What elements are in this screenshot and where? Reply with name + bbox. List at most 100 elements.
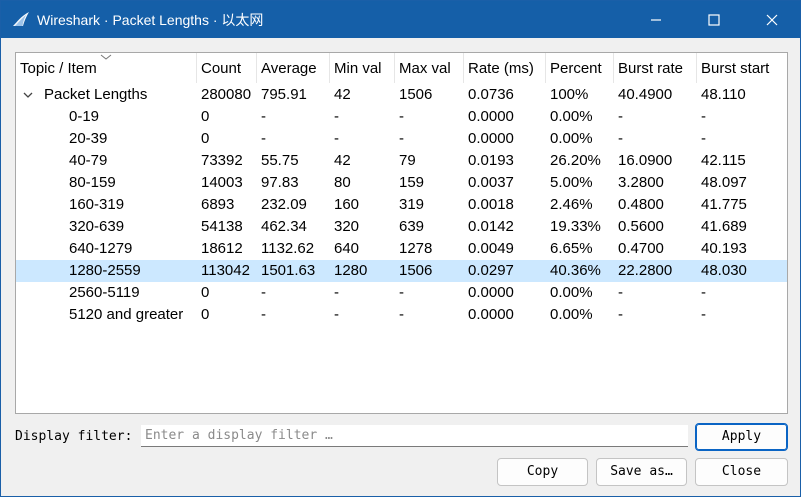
column-header-min-val[interactable]: Min val bbox=[330, 53, 395, 83]
cell-max-val: - bbox=[399, 284, 404, 301]
cell-percent: 0.00% bbox=[550, 130, 593, 147]
cell-percent: 5.00% bbox=[550, 174, 593, 191]
cell-count: 0 bbox=[201, 108, 210, 125]
cell-burst-start: 40.193 bbox=[701, 240, 747, 257]
column-header-rate[interactable]: Rate (ms) bbox=[464, 53, 546, 83]
cell-average: 1501.63 bbox=[261, 262, 316, 279]
display-filter-input[interactable] bbox=[141, 425, 688, 447]
cell-count: 0 bbox=[201, 306, 210, 323]
cell-count: 6893 bbox=[201, 196, 235, 213]
copy-button[interactable]: Copy bbox=[497, 458, 588, 486]
cell-burst-rate: - bbox=[618, 306, 623, 323]
table-row[interactable]: 2560-5119 0 - - - 0.0000 0.00% - - bbox=[16, 282, 787, 304]
cell-rate: 0.0018 bbox=[468, 196, 514, 213]
cell-count: 0 bbox=[201, 284, 210, 301]
cell-percent: 0.00% bbox=[550, 284, 593, 301]
chevron-down-icon[interactable] bbox=[22, 89, 34, 101]
cell-max-val: 79 bbox=[399, 152, 416, 169]
column-header-topic[interactable]: Topic / Item bbox=[16, 53, 197, 83]
cell-percent: 26.20% bbox=[550, 152, 601, 169]
cell-max-val: - bbox=[399, 306, 404, 323]
table-row[interactable]: 40-79 73392 55.75 42 79 0.0193 26.20% 16.0900 42… bbox=[16, 150, 787, 172]
cell-min-val: 160 bbox=[334, 196, 360, 213]
cell-count: 73392 bbox=[201, 152, 243, 169]
cell-topic: 20-39 bbox=[69, 130, 108, 147]
cell-rate: 0.0049 bbox=[468, 240, 514, 257]
cell-count: 0 bbox=[201, 130, 210, 147]
cell-percent: 0.00% bbox=[550, 108, 593, 125]
cell-rate: 0.0142 bbox=[468, 218, 514, 235]
table-row[interactable]: 1280-2559 113042 1501.63 1280 1506 0.0297 40.3… bbox=[16, 260, 787, 282]
cell-topic: 5120 and greater bbox=[69, 306, 184, 323]
cell-burst-start: 41.689 bbox=[701, 218, 747, 235]
cell-burst-rate: 3.2800 bbox=[618, 174, 664, 191]
close-window-button[interactable] bbox=[743, 1, 801, 38]
table-row[interactable]: 80-159 14003 97.83 80 159 0.0037 5.00% 3.2800 48… bbox=[16, 172, 787, 194]
cell-burst-start: - bbox=[701, 284, 706, 301]
cell-burst-rate: 0.4700 bbox=[618, 240, 664, 257]
table-row[interactable]: 20-39 0 - - - 0.0000 0.00% - - bbox=[16, 128, 787, 150]
cell-burst-rate: - bbox=[618, 108, 623, 125]
cell-percent: 19.33% bbox=[550, 218, 601, 235]
cell-average: - bbox=[261, 108, 266, 125]
table-row[interactable]: 0-19 0 - - - 0.0000 0.00% - - bbox=[16, 106, 787, 128]
maximize-button[interactable] bbox=[685, 1, 743, 38]
column-header-burst-rate[interactable]: Burst rate bbox=[614, 53, 697, 83]
cell-min-val: 80 bbox=[334, 174, 351, 191]
cell-min-val: 1280 bbox=[334, 262, 368, 279]
minimize-icon bbox=[651, 18, 661, 21]
cell-burst-start: - bbox=[701, 306, 706, 323]
cell-percent: 0.00% bbox=[550, 306, 593, 323]
cell-min-val: - bbox=[334, 130, 339, 147]
cell-topic: 40-79 bbox=[69, 152, 108, 169]
table-row[interactable]: 320-639 54138 462.34 320 639 0.0142 19.33% 0.56… bbox=[16, 216, 787, 238]
cell-percent: 40.36% bbox=[550, 262, 601, 279]
cell-burst-rate: 22.2800 bbox=[618, 262, 673, 279]
cell-burst-start: - bbox=[701, 108, 706, 125]
cell-max-val: 159 bbox=[399, 174, 425, 191]
cell-burst-start: 48.110 bbox=[701, 86, 746, 103]
cell-topic: 1280-2559 bbox=[69, 262, 141, 279]
cell-max-val: - bbox=[399, 108, 404, 125]
maximize-icon bbox=[708, 13, 720, 26]
cell-min-val: - bbox=[334, 284, 339, 301]
table-row[interactable]: 5120 and greater 0 - - - 0.0000 0.00% - - bbox=[16, 304, 787, 326]
cell-average: - bbox=[261, 306, 266, 323]
apply-button[interactable]: Apply bbox=[695, 423, 788, 451]
cell-min-val: 320 bbox=[334, 218, 360, 235]
close-icon bbox=[766, 14, 778, 25]
cell-max-val: - bbox=[399, 130, 404, 147]
table-header: Topic / Item Count Average Min val Max v… bbox=[16, 53, 787, 83]
cell-percent: 6.65% bbox=[550, 240, 593, 257]
stats-tree-table[interactable]: Topic / Item Count Average Min val Max v… bbox=[15, 52, 788, 414]
table-row[interactable]: 160-319 6893 232.09 160 319 0.0018 2.46% 0.4800… bbox=[16, 194, 787, 216]
cell-max-val: 639 bbox=[399, 218, 425, 235]
save-as-button[interactable]: Save as… bbox=[596, 458, 687, 486]
column-header-count[interactable]: Count bbox=[197, 53, 257, 83]
column-header-average[interactable]: Average bbox=[257, 53, 330, 83]
minimize-button[interactable] bbox=[627, 1, 685, 38]
cell-rate: 0.0000 bbox=[468, 306, 514, 323]
column-header-max-val[interactable]: Max val bbox=[395, 53, 464, 83]
title-bar[interactable]: Wireshark · Packet Lengths · 以太网 bbox=[1, 1, 800, 38]
cell-rate: 0.0297 bbox=[468, 262, 514, 279]
close-button[interactable]: Close bbox=[695, 458, 788, 486]
column-header-percent[interactable]: Percent bbox=[546, 53, 614, 83]
cell-count: 54138 bbox=[201, 218, 243, 235]
cell-rate: 0.0000 bbox=[468, 284, 514, 301]
cell-average: 97.83 bbox=[261, 174, 299, 191]
cell-topic: Packet Lengths bbox=[44, 86, 148, 103]
cell-rate: 0.0000 bbox=[468, 108, 514, 125]
cell-min-val: - bbox=[334, 108, 339, 125]
table-row[interactable]: Packet Lengths 280080 795.91 42 1506 0.0736 10… bbox=[16, 84, 787, 106]
column-header-burst-start[interactable]: Burst start bbox=[697, 53, 787, 83]
cell-topic: 2560-5119 bbox=[69, 284, 140, 301]
cell-average: - bbox=[261, 284, 266, 301]
table-row[interactable]: 640-1279 18612 1132.62 640 1278 0.0049 6.65% 0.… bbox=[16, 238, 787, 260]
window-title: Wireshark · Packet Lengths · 以太网 bbox=[37, 12, 264, 28]
cell-burst-rate: - bbox=[618, 130, 623, 147]
cell-average: 1132.62 bbox=[261, 240, 315, 257]
cell-max-val: 1506 bbox=[399, 86, 433, 103]
cell-average: 55.75 bbox=[261, 152, 299, 169]
cell-burst-rate: 0.4800 bbox=[618, 196, 664, 213]
